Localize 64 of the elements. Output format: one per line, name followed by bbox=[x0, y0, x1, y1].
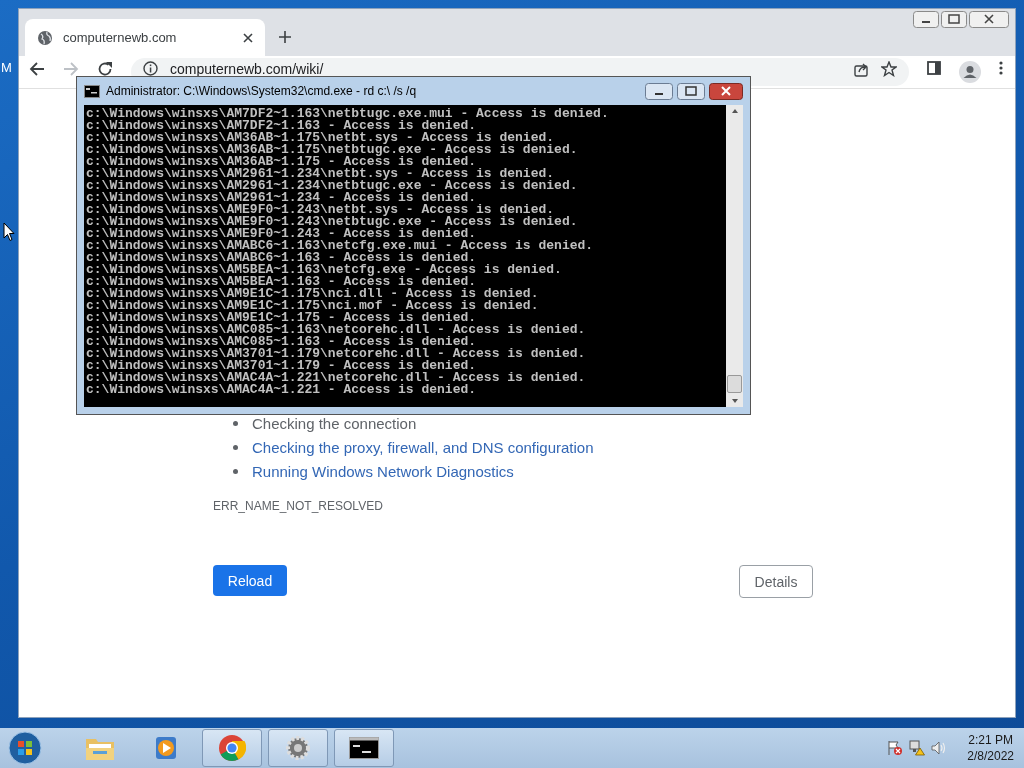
console-line: c:\Windows\winsxs\AM36AB~1.175 - Access is denied. bbox=[86, 156, 477, 168]
clock[interactable]: 2:21 PM 2/8/2022 bbox=[967, 732, 1014, 764]
mouse-cursor-icon bbox=[3, 222, 15, 242]
console-line: c:\Windows\winsxs\AME9F0~1.243\netbt.sys - Access is denied. bbox=[86, 204, 555, 216]
close-tab-icon[interactable] bbox=[243, 32, 253, 43]
console-line: c:\Windows\winsxs\AM5BEA~1.163\netcfg.exe - Access is denied. bbox=[86, 264, 563, 276]
console-line: c:\Windows\winsxs\AM2961~1.234\netbt.sys - Access is denied. bbox=[86, 168, 555, 180]
console-line: c:\Windows\winsxs\AMAC4A~1.221\netcorehc.dll - Access is denied. bbox=[86, 372, 587, 384]
console-line: c:\Windows\winsxs\AM5BEA~1.163 - Access is denied. bbox=[86, 276, 478, 288]
close-icon[interactable] bbox=[969, 11, 1009, 28]
console-line: c:\Windows\winsxs\AM9E1C~1.175 - Access is denied. bbox=[86, 312, 477, 324]
star-icon[interactable] bbox=[881, 61, 897, 77]
console-line: c:\Windows\winsxs\AMABC6~1.163\netcfg.exe.mui - Access is denied. bbox=[86, 240, 595, 252]
console-line: c:\Windows\winsxs\AME9F0~1.243\netbtugc.exe - Access is denied. bbox=[86, 216, 579, 228]
browser-tab[interactable]: computernewb.com bbox=[25, 19, 265, 56]
console-line: c:\Windows\winsxs\AM36AB~1.175\netbt.sys - Access is denied. bbox=[86, 132, 555, 144]
menu-icon[interactable] bbox=[999, 61, 1003, 75]
console-line: c:\Windows\winsxs\AM7DF2~1.163 - Access is denied. bbox=[86, 120, 477, 132]
start-button[interactable] bbox=[8, 731, 42, 765]
profile-icon[interactable] bbox=[959, 61, 981, 83]
minimize-icon[interactable] bbox=[913, 11, 939, 28]
console-line: c:\Windows\winsxs\AM9E1C~1.175\nci.mof - Access is denied. bbox=[86, 300, 540, 312]
console-line: c:\Windows\winsxs\AM9E1C~1.175\nci.dll - Access is denied. bbox=[86, 288, 540, 300]
media-player-icon bbox=[153, 735, 179, 761]
window-title: Administrator: C:\Windows\System32\cmd.exe - rd c:\ /s /q bbox=[106, 84, 417, 98]
volume-icon[interactable] bbox=[931, 740, 948, 756]
suggestion-text: Checking the connection bbox=[252, 414, 417, 432]
network-icon[interactable] bbox=[909, 740, 926, 756]
info-icon bbox=[143, 61, 158, 76]
console-line: c:\Windows\winsxs\AM3701~1.179\netcorehc.dll - Access is denied. bbox=[86, 348, 587, 360]
reload-icon[interactable] bbox=[97, 61, 113, 77]
close-icon[interactable] bbox=[709, 82, 743, 100]
console-icon bbox=[349, 737, 379, 759]
console-line: c:\Windows\winsxs\AME9F0~1.243 - Access is denied. bbox=[86, 228, 477, 240]
gear-icon bbox=[283, 733, 313, 763]
console-line: c:\Windows\winsxs\AM2961~1.234 - Access is denied. bbox=[86, 192, 477, 204]
console-line: c:\Windows\winsxs\AMAC4A~1.221 - Access is denied. bbox=[86, 384, 478, 396]
back-icon[interactable] bbox=[29, 61, 45, 77]
error-code: ERR_NAME_NOT_RESOLVED bbox=[213, 499, 384, 513]
scrollbar-thumb[interactable] bbox=[727, 375, 742, 393]
details-button[interactable]: Details bbox=[739, 565, 813, 598]
flag-icon[interactable] bbox=[887, 740, 904, 756]
console-icon bbox=[84, 84, 100, 98]
suggestion-link[interactable]: Checking the proxy, firewall, and DNS configuration bbox=[252, 438, 594, 456]
chrome-icon bbox=[218, 734, 246, 762]
console-line: c:\Windows\winsxs\AM2961~1.234\netbtugc.exe - Access is denied. bbox=[86, 180, 579, 192]
share-icon[interactable] bbox=[853, 61, 869, 77]
taskbar-button[interactable] bbox=[334, 729, 394, 767]
console-line: c:\Windows\winsxs\AM36AB~1.175\netbtugc.exe - Access is denied. bbox=[86, 144, 579, 156]
reload-button[interactable]: Reload bbox=[213, 565, 287, 596]
minimize-icon[interactable] bbox=[645, 82, 673, 100]
restore-icon[interactable] bbox=[941, 11, 967, 28]
desktop-icon-label: M bbox=[1, 60, 12, 75]
globe-icon bbox=[37, 29, 53, 46]
console-line: c:\Windows\winsxs\AM7DF2~1.163\netbtugc.exe.mui - Access is denied. bbox=[86, 108, 610, 120]
console-line: c:\Windows\winsxs\AMABC6~1.163 - Access is denied. bbox=[86, 252, 478, 264]
new-tab-icon[interactable] bbox=[279, 31, 291, 43]
suggestion-link[interactable]: Running Windows Network Diagnostics bbox=[252, 462, 514, 480]
maximize-icon[interactable] bbox=[677, 82, 705, 100]
console-line: c:\Windows\winsxs\AMC085~1.163\netcorehc.dll - Access is denied. bbox=[86, 324, 587, 336]
scrollbar[interactable] bbox=[726, 105, 743, 407]
side-panel-icon[interactable] bbox=[927, 61, 941, 75]
console-line: c:\Windows\winsxs\AM3701~1.179 - Access is denied. bbox=[86, 360, 477, 372]
console-line: c:\Windows\winsxs\AMC085~1.163 - Access is denied. bbox=[86, 336, 477, 348]
